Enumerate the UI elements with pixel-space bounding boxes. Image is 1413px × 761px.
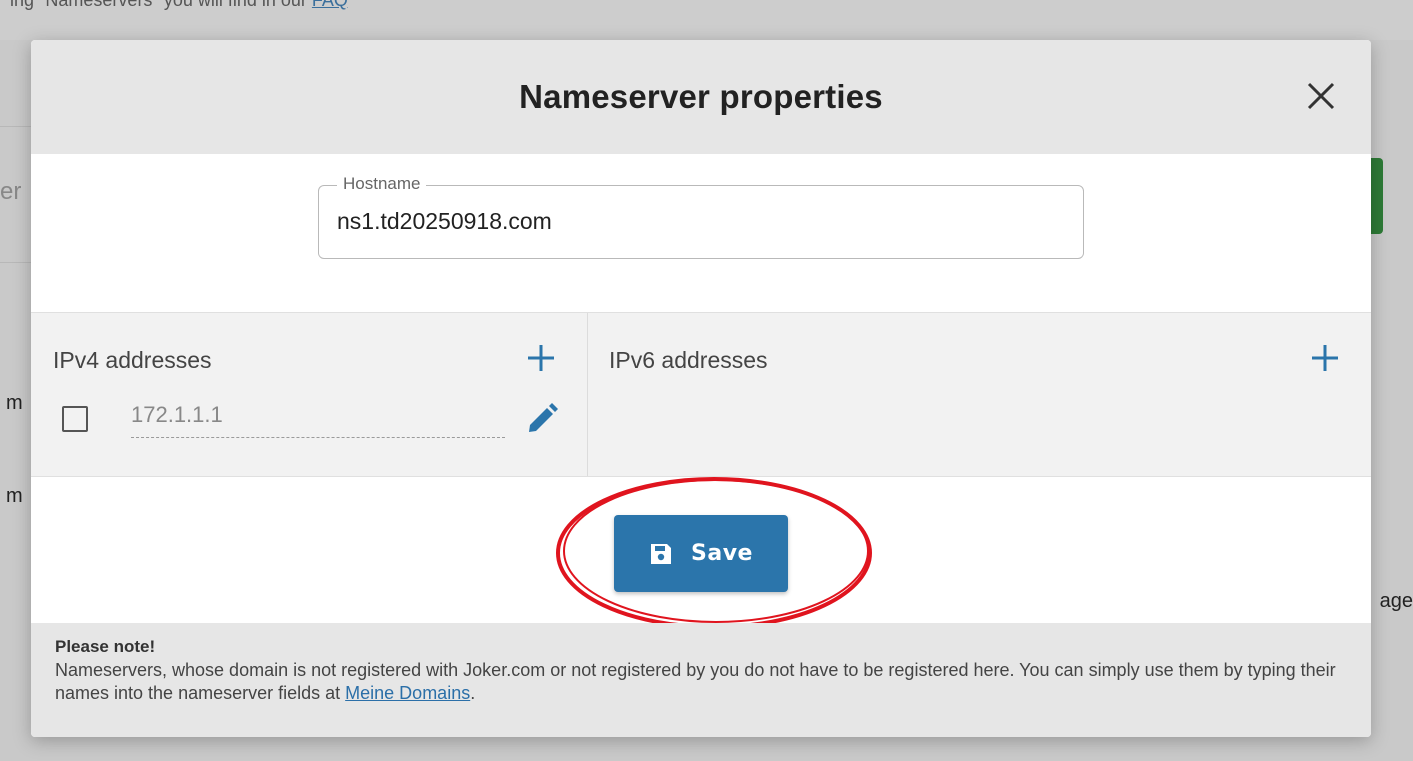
edit-ipv4-button[interactable]	[525, 402, 559, 436]
add-ipv4-button[interactable]	[526, 343, 556, 373]
meine-domains-link[interactable]: Meine Domains	[345, 683, 470, 703]
ipv4-panel: IPv4 addresses 172.1.1.1	[31, 313, 588, 476]
ip-addresses-section: IPv4 addresses 172.1.1.1 IPv6 addresses	[31, 312, 1371, 477]
background-right-fragment: age	[1379, 590, 1413, 612]
background-row-fragment: m	[6, 392, 23, 414]
note-suffix: .	[470, 683, 476, 703]
modal-title: Nameserver properties	[519, 78, 883, 115]
ipv4-entry-checkbox[interactable]	[62, 406, 88, 432]
ipv6-heading: IPv6 addresses	[609, 347, 768, 373]
hostname-section: Hostname	[31, 154, 1371, 312]
hostname-input[interactable]	[337, 208, 1037, 235]
ipv4-heading: IPv4 addresses	[53, 347, 212, 373]
background-input-fragment: er	[0, 178, 22, 205]
save-label: Save	[691, 541, 753, 566]
hostname-field: Hostname	[318, 174, 1084, 259]
ipv6-panel: IPv6 addresses	[588, 313, 1371, 476]
add-ipv6-button[interactable]	[1310, 343, 1340, 373]
background-row-fragment: m	[6, 485, 23, 507]
note-body: Nameservers, whose domain is not registe…	[55, 660, 1336, 703]
background-header: ing "Nameservers" you will find in our F…	[0, 0, 1413, 40]
nameserver-properties-modal: Nameserver properties Hostname IPv4 addr…	[31, 40, 1371, 737]
plus-icon	[1312, 345, 1338, 371]
modal-header: Nameserver properties	[31, 40, 1371, 154]
pencil-icon	[529, 403, 558, 432]
close-icon	[1307, 82, 1335, 110]
ipv4-entry-value: 172.1.1.1	[131, 401, 505, 438]
background-faq-text: ing "Nameservers" you will find in our F…	[10, 0, 348, 11]
hostname-label: Hostname	[337, 174, 427, 194]
note-text: Nameservers, whose domain is not registe…	[55, 659, 1349, 705]
floppy-disk-icon	[651, 543, 672, 564]
save-section: Save	[31, 477, 1371, 629]
note-title: Please note!	[55, 637, 156, 656]
close-button[interactable]	[1303, 78, 1339, 114]
save-button[interactable]: Save	[614, 515, 788, 592]
note-section: Please note! Nameservers, whose domain i…	[31, 623, 1371, 737]
background-divider	[0, 126, 31, 127]
background-divider	[0, 262, 31, 263]
plus-icon	[528, 345, 554, 371]
background-text: ing "Nameservers" you will find in our	[10, 0, 307, 10]
faq-link[interactable]: FAQ	[312, 0, 348, 10]
